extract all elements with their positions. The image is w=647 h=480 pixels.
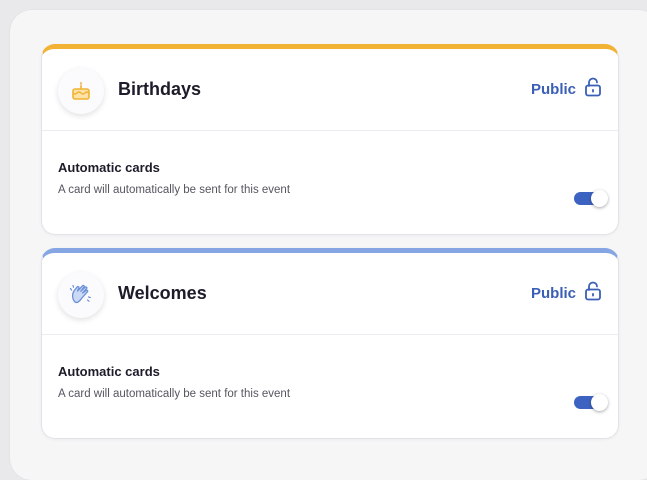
- birthdays-visibility-label: Public: [530, 81, 576, 98]
- welcomes-card-header: Welcomes Public: [42, 253, 618, 335]
- birthdays-automatic-cards-section: Automatic cards A card will automaticall…: [42, 131, 618, 234]
- welcomes-visibility-toggle[interactable]: Public: [531, 281, 602, 306]
- birthdays-title: Birthdays: [118, 79, 202, 99]
- waving-hands-icon: [58, 272, 104, 318]
- welcomes-automatic-cards-toggle[interactable]: [574, 394, 608, 411]
- automatic-cards-description: A card will automatically be sent for th…: [58, 184, 291, 196]
- birthdays-visibility-toggle[interactable]: Public: [531, 77, 602, 102]
- welcomes-visibility-label: Public: [530, 285, 576, 302]
- toggle-knob: [591, 394, 608, 411]
- birthdays-card-header: Birthdays Public: [42, 49, 618, 131]
- unlocked-padlock-icon: [584, 281, 602, 306]
- birthday-cake-icon: [58, 68, 104, 114]
- toggle-knob: [591, 190, 608, 207]
- welcomes-title: Welcomes: [118, 283, 207, 303]
- birthdays-automatic-cards-toggle[interactable]: [574, 190, 608, 207]
- welcomes-event-card: Welcomes Public Automatic cards A card w…: [41, 248, 619, 439]
- birthdays-event-card: Birthdays Public Automatic cards A card …: [41, 44, 619, 235]
- automatic-cards-title: Automatic cards: [58, 160, 160, 175]
- welcomes-automatic-cards-section: Automatic cards A card will automaticall…: [42, 335, 618, 438]
- automatic-cards-title: Automatic cards: [58, 364, 160, 379]
- unlocked-padlock-icon: [584, 77, 602, 102]
- automatic-cards-description: A card will automatically be sent for th…: [58, 388, 291, 400]
